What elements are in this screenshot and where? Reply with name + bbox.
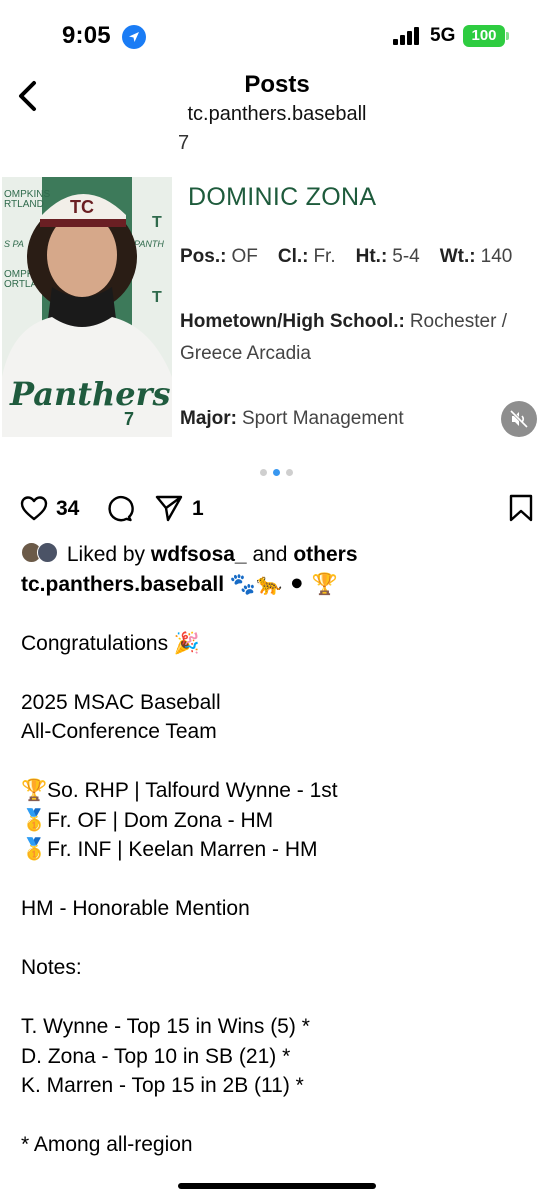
heart-icon[interactable]: [19, 493, 49, 528]
battery-icon: 100: [463, 25, 505, 47]
liker-avatars: [21, 542, 61, 564]
height-label: Ht.:: [355, 246, 388, 267]
svg-text:PANTH: PANTH: [134, 239, 164, 249]
svg-text:S PA: S PA: [4, 239, 24, 249]
svg-text:Panthers: Panthers: [9, 375, 170, 413]
award-line-2: 🥇Fr. OF | Dom Zona - HM: [21, 808, 274, 832]
award-line-1: 🏆So. RHP | Talfourd Wynne - 1st: [21, 779, 338, 802]
footnote: * Among all-region: [21, 1133, 193, 1156]
status-time: 9:05: [62, 22, 111, 49]
major-label: Major:: [180, 408, 237, 429]
network-type: 5G: [430, 25, 456, 46]
weight-value: 140: [480, 246, 513, 267]
caption-congrats: Congratulations 🎉: [21, 631, 201, 655]
location-arrow-icon: [122, 25, 146, 49]
cellular-signal-icon: [393, 27, 423, 45]
height-value: 5-4: [392, 246, 420, 267]
hometown-value-1: Rochester /: [409, 311, 507, 332]
svg-text:TC: TC: [70, 197, 94, 217]
pos-label: Pos.:: [180, 246, 227, 267]
hm-note: HM - Honorable Mention: [21, 897, 250, 920]
award-line-3: 🥇Fr. INF | Keelan Marren - HM: [21, 838, 318, 861]
liked-by-row[interactable]: Liked by wdfsosa_ and others: [21, 540, 541, 570]
hometown-label: Hometown/High School.:: [180, 311, 405, 332]
hometown-line: Hometown/High School.: Rochester /: [180, 311, 507, 333]
hometown-line-2: Greece Arcadia: [180, 343, 311, 364]
author-emojis: 🐾🐆 ⚫ 🏆: [229, 572, 338, 596]
carousel-dot: [260, 469, 267, 476]
page-title: Posts: [244, 71, 310, 98]
major-line: Major: Sport Management: [180, 408, 404, 430]
post-caption: Liked by wdfsosa_ and others tc.panthers…: [21, 540, 541, 1160]
note-line-1: T. Wynne - Top 15 in Wins (5) *: [21, 1015, 310, 1038]
svg-text:T: T: [152, 214, 162, 231]
header-username[interactable]: tc.panthers.baseball: [0, 103, 554, 126]
home-indicator[interactable]: [178, 1183, 376, 1189]
svg-text:7: 7: [124, 409, 134, 429]
svg-text:RTLAND: RTLAND: [4, 199, 44, 210]
caption-title-1: 2025 MSAC Baseball: [21, 690, 221, 714]
liked-prefix: Liked by: [66, 543, 146, 566]
status-bar: 9:05 5G 100: [0, 0, 554, 70]
speaker-muted-icon: [509, 409, 529, 429]
comment-icon[interactable]: [104, 493, 134, 528]
share-icon[interactable]: [154, 493, 184, 528]
caption-title-2: All-Conference Team: [21, 720, 217, 743]
share-count[interactable]: 1: [192, 497, 204, 521]
battery-tip: [506, 32, 509, 40]
liked-and: and: [252, 543, 288, 566]
bookmark-icon[interactable]: [508, 493, 534, 528]
like-count[interactable]: 34: [56, 497, 79, 521]
player-photo: OMPKINS RTLAND OMPKINS ORTLAND S PA PANT…: [2, 177, 172, 437]
liked-others[interactable]: others: [293, 543, 357, 566]
media-counter: 7: [178, 132, 190, 154]
svg-text:T: T: [152, 289, 162, 306]
note-line-3: K. Marren - Top 15 in 2B (11) *: [21, 1074, 304, 1097]
class-label: Cl.:: [277, 246, 309, 267]
mute-button[interactable]: [501, 401, 537, 437]
weight-label: Wt.:: [439, 246, 476, 267]
avatar: [37, 542, 58, 563]
player-stats-line: Pos.: OF Cl.: Fr. Ht.: 5-4 Wt.: 140: [180, 246, 512, 268]
liked-user[interactable]: wdfsosa_: [151, 543, 247, 566]
class-value: Fr.: [313, 246, 336, 267]
carousel-dot: [286, 469, 293, 476]
major-value: Sport Management: [242, 408, 404, 429]
post-actions: 34 1: [0, 490, 554, 530]
notes-title: Notes:: [21, 956, 82, 979]
pos-value: OF: [231, 246, 258, 267]
note-line-2: D. Zona - Top 10 in SB (21) *: [21, 1044, 291, 1068]
player-name: DOMINIC ZONA: [188, 183, 377, 211]
carousel-dot-active: [273, 469, 280, 476]
caption-author[interactable]: tc.panthers.baseball: [21, 573, 224, 596]
